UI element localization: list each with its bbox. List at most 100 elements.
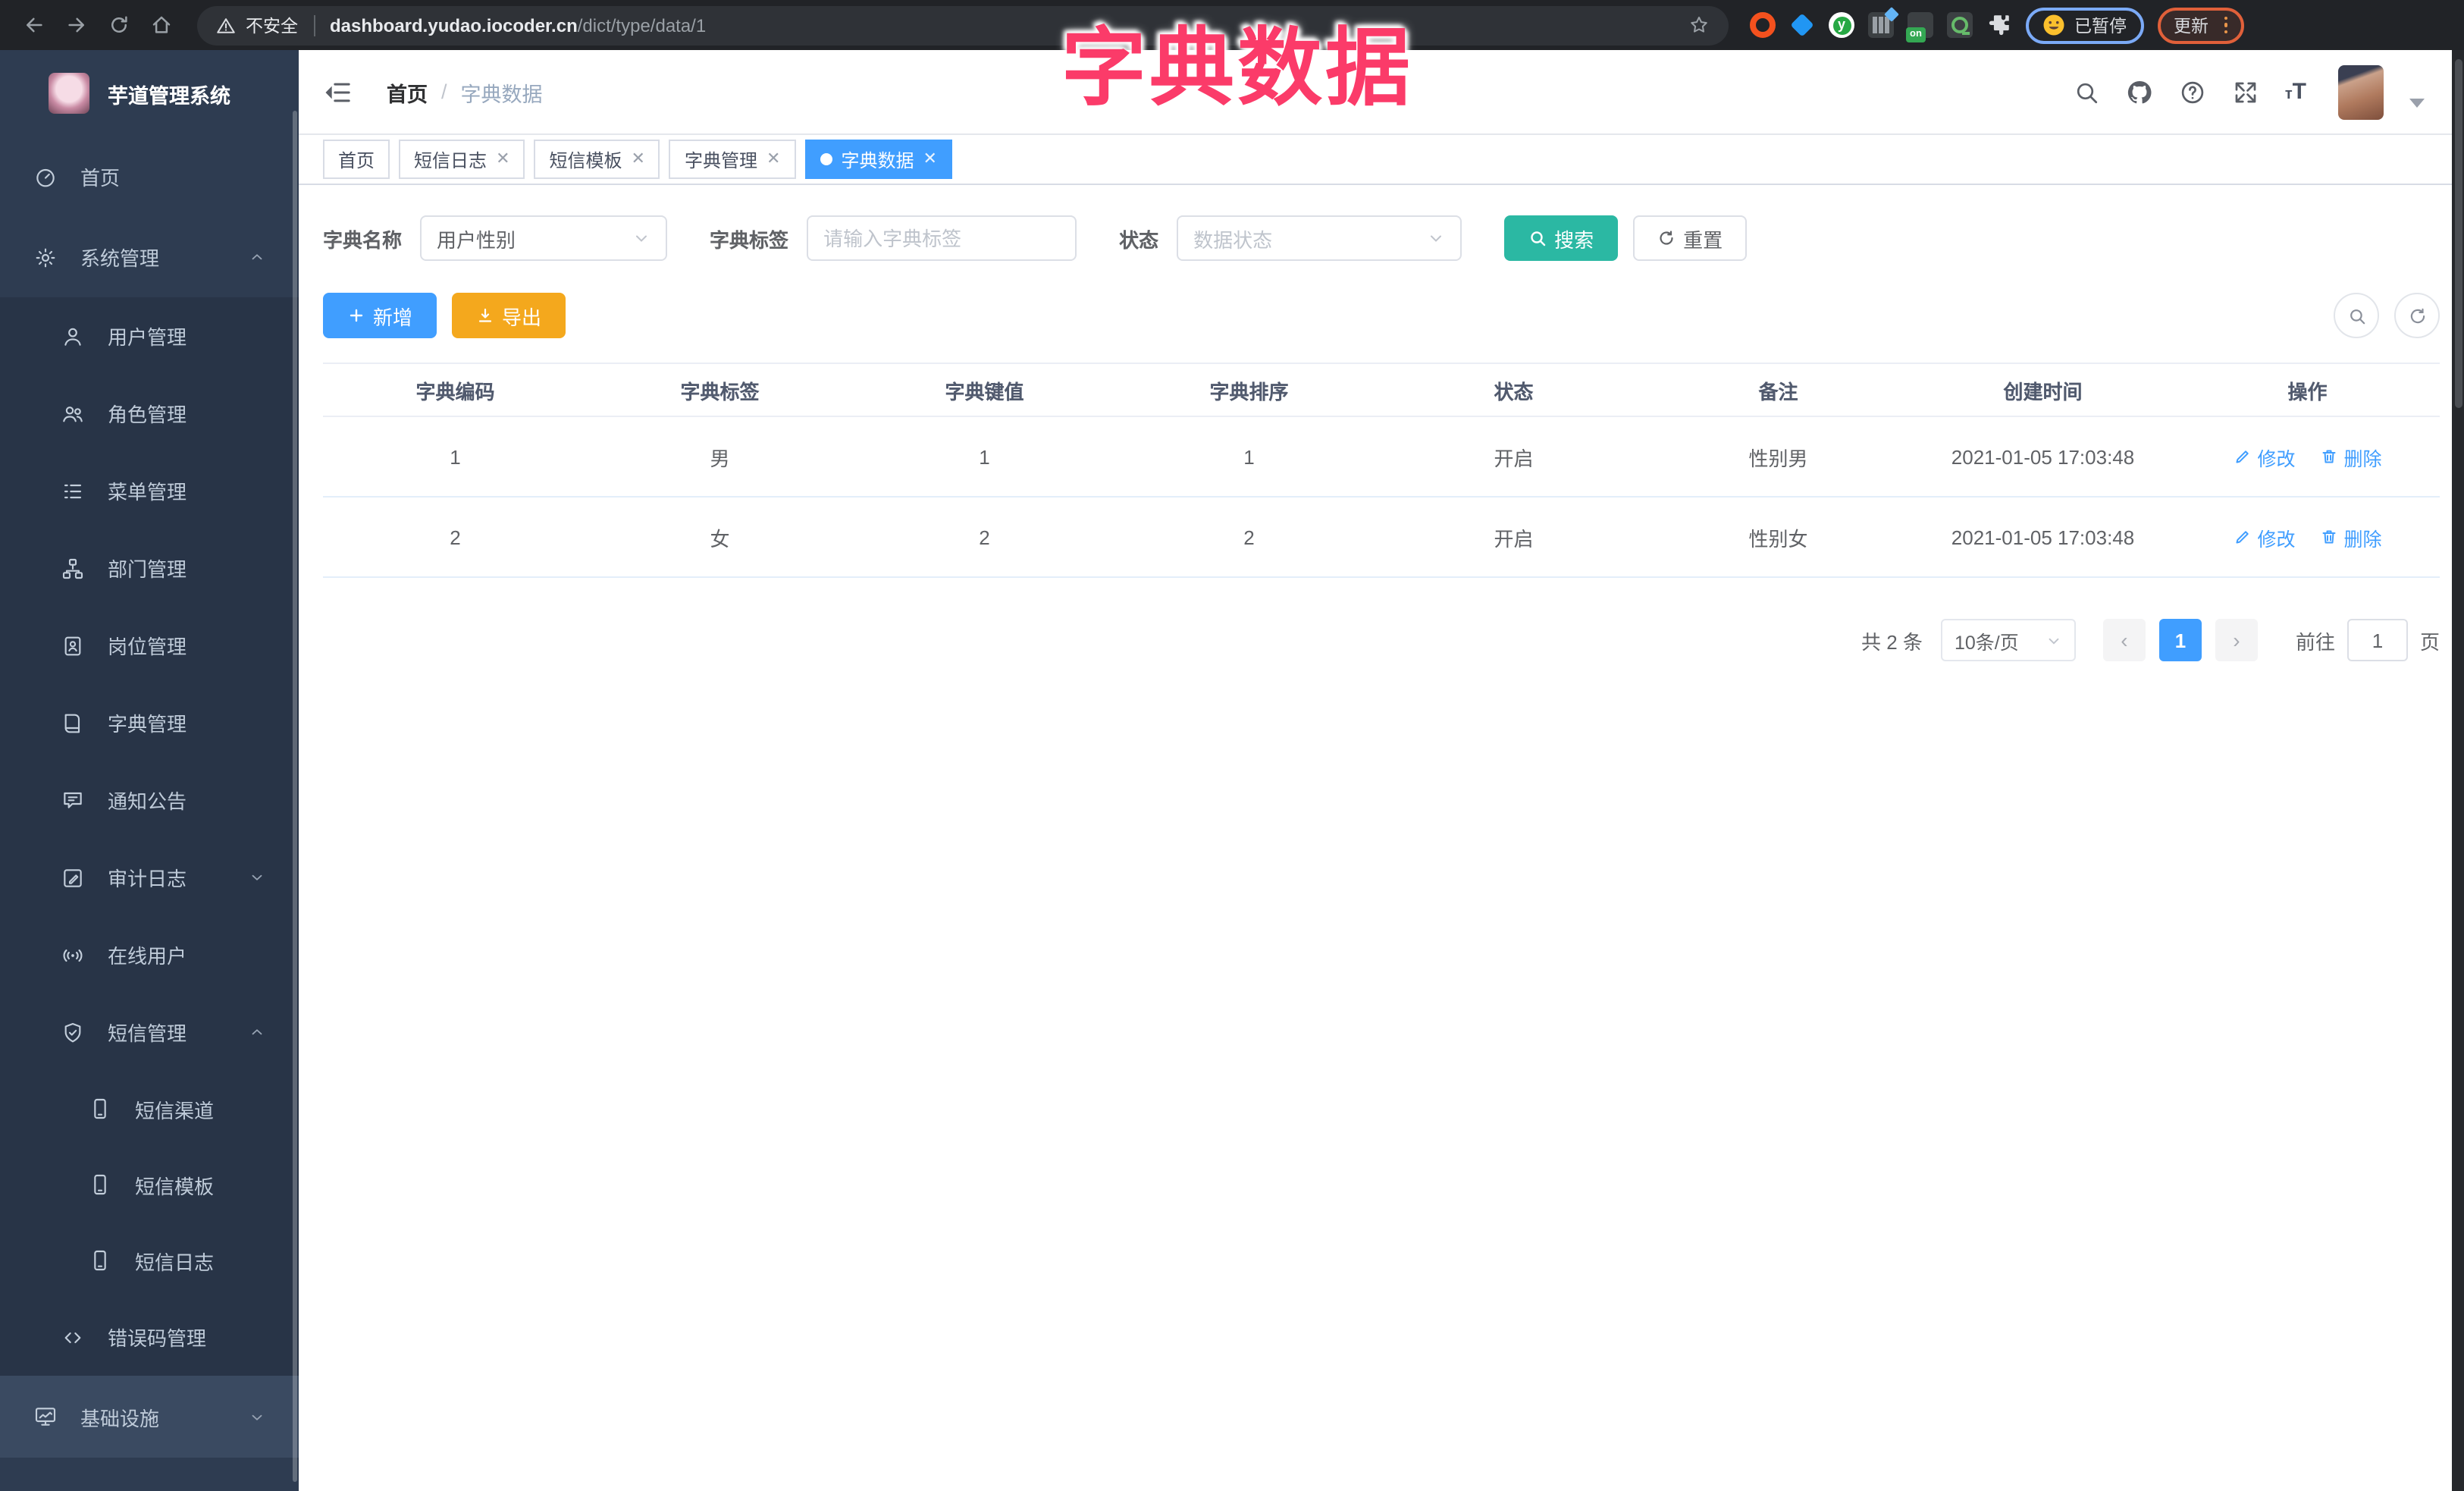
app-window: 芋道管理系统 首页系统管理用户管理 角色管理 菜单管理部门管理岗位管理字典管理通知公… <box>0 50 2464 1491</box>
sidebar-item-dict-mgmt[interactable]: 字典管理 <box>0 684 299 761</box>
font-size-icon[interactable]: тT <box>2285 79 2306 105</box>
tab-label: 字典数据 <box>841 149 914 171</box>
profile-paused-pill[interactable]: 已暂停 <box>2026 7 2143 43</box>
help-icon[interactable] <box>2179 78 2206 105</box>
chevron-up-icon <box>249 249 265 265</box>
chevron-down-icon <box>249 1408 265 1425</box>
tab-字典管理[interactable]: 字典管理 ✕ <box>669 140 796 179</box>
sidebar-scrollbar[interactable] <box>293 111 297 1482</box>
page-size-select[interactable]: 10条/页 <box>1940 619 2076 661</box>
forward-icon[interactable] <box>58 7 94 43</box>
sidebar-item-audit-log[interactable]: 审计日志 <box>0 839 299 916</box>
tab-短信日志[interactable]: 短信日志 ✕ <box>399 140 525 179</box>
sidebar-item-sms-log[interactable]: 短信日志 <box>0 1223 299 1298</box>
tab-字典数据[interactable]: 字典数据 ✕ <box>804 140 952 179</box>
sidebar-item-infra[interactable]: 基础设施 <box>0 1376 299 1458</box>
app-logo-row[interactable]: 芋道管理系统 <box>0 50 299 137</box>
extension-on-icon[interactable]: on <box>1906 12 1933 42</box>
delete-link[interactable]: 删除 <box>2320 442 2382 471</box>
app-logo <box>49 73 89 114</box>
browser-menu-icon[interactable] <box>2224 16 2227 34</box>
sidebar-item-label: 字典管理 <box>108 713 187 736</box>
dict-name-select[interactable]: 用户性别 <box>420 215 668 261</box>
home-icon[interactable] <box>143 7 179 43</box>
close-icon[interactable]: ✕ <box>766 150 780 168</box>
extension-columns-icon[interactable] <box>1868 7 1899 38</box>
close-icon[interactable]: ✕ <box>923 150 936 168</box>
warning-icon <box>215 14 237 36</box>
bookmark-star-icon[interactable] <box>1688 14 1710 36</box>
sidebar-item-label: 通知公告 <box>108 790 187 813</box>
page-scrollbar[interactable] <box>2452 50 2464 1491</box>
tab-label: 短信日志 <box>414 149 487 171</box>
sidebar-item-post-mgmt[interactable]: 岗位管理 <box>0 607 299 684</box>
avatar[interactable] <box>2338 64 2384 119</box>
book-icon <box>61 711 85 735</box>
back-icon[interactable] <box>15 7 52 43</box>
sidebar-item-user-mgmt[interactable]: 用户管理 <box>0 297 299 375</box>
tab-首页[interactable]: 首页 <box>323 140 390 179</box>
sidebar-item-label: 系统管理 <box>80 247 160 270</box>
extension-green-icon[interactable]: y <box>1829 12 1854 38</box>
sidebar-item-online-users[interactable]: 在线用户 <box>0 916 299 993</box>
column-header: 字典键值 <box>852 363 1117 417</box>
sidebar-item-label: 基础设施 <box>80 1407 160 1430</box>
search-button[interactable]: 搜索 <box>1504 215 1619 261</box>
url-text: dashboard.yudao.iocoder.cn/dict/type/dat… <box>330 14 1688 36</box>
close-icon[interactable]: ✕ <box>496 150 509 168</box>
infra-icon <box>33 1405 58 1429</box>
edit-link[interactable]: 修改 <box>2233 523 2296 551</box>
refresh-icon[interactable] <box>2394 293 2440 338</box>
extension-key-icon[interactable] <box>1947 12 1973 38</box>
toggle-search-icon[interactable] <box>2334 293 2379 338</box>
dict-label-input[interactable] <box>808 217 1076 259</box>
browser-toolbar: 不安全 dashboard.yudao.iocoder.cn/dict/type… <box>0 0 2464 50</box>
export-button[interactable]: 导出 <box>452 293 566 338</box>
table-toolbar: 新增 导出 <box>323 293 2440 338</box>
github-icon[interactable] <box>2126 78 2153 105</box>
status-label: 状态 <box>1119 228 1159 251</box>
address-bar[interactable]: 不安全 dashboard.yudao.iocoder.cn/dict/type… <box>197 5 1729 45</box>
sidebar-item-home[interactable]: 首页 <box>0 137 299 217</box>
sidebar-item-sms-template[interactable]: 短信模板 <box>0 1147 299 1223</box>
close-icon[interactable]: ✕ <box>632 150 645 168</box>
table-cell: 2 <box>1117 497 1381 578</box>
breadcrumb-home[interactable]: 首页 <box>387 77 428 107</box>
table-cell: 2021-01-05 17:03:48 <box>1911 416 2175 498</box>
chevron-down-icon[interactable] <box>2409 98 2425 107</box>
sidebar-item-sms-mgmt[interactable]: 短信管理 <box>0 993 299 1071</box>
sidebar-item-sms-channel[interactable]: 短信渠道 <box>0 1071 299 1147</box>
reset-button[interactable]: 重置 <box>1633 215 1748 261</box>
dashboard-icon <box>33 165 58 189</box>
extensions-puzzle-icon[interactable] <box>1986 12 2012 38</box>
fullscreen-icon[interactable] <box>2232 78 2259 105</box>
current-page-button[interactable]: 1 <box>2158 619 2202 661</box>
next-page-button[interactable]: › <box>2215 619 2258 661</box>
actions-cell: 修改 删除 <box>2175 416 2440 498</box>
update-button[interactable]: 更新 <box>2157 7 2244 43</box>
sidebar-item-label: 部门管理 <box>108 558 187 581</box>
sidebar-item-dept-mgmt[interactable]: 部门管理 <box>0 529 299 607</box>
add-button[interactable]: 新增 <box>323 293 437 338</box>
sidebar-item-menu-mgmt[interactable]: 菜单管理 <box>0 452 299 529</box>
sidebar-item-role-mgmt[interactable]: 角色管理 <box>0 375 299 452</box>
prev-page-button[interactable]: ‹ <box>2102 619 2146 661</box>
search-icon[interactable] <box>2073 78 2100 105</box>
goto-page-input[interactable] <box>2346 619 2408 661</box>
extension-donut-icon[interactable] <box>1750 12 1776 38</box>
sidebar-item-system[interactable]: 系统管理 <box>0 217 299 297</box>
address-divider <box>313 14 315 36</box>
reload-icon[interactable] <box>100 7 136 43</box>
edit-link[interactable]: 修改 <box>2233 442 2296 471</box>
status-select[interactable]: 数据状态 <box>1177 215 1462 261</box>
delete-link[interactable]: 删除 <box>2320 523 2382 551</box>
sidebar-item-label: 短信日志 <box>135 1251 215 1273</box>
table-cell: 女 <box>588 497 852 578</box>
extension-diamond-icon[interactable] <box>1789 12 1815 38</box>
tab-短信模板[interactable]: 短信模板 ✕ <box>534 140 660 179</box>
sidebar-item-error-code[interactable]: 错误码管理 <box>0 1298 299 1376</box>
code-icon <box>61 1325 85 1349</box>
sidebar: 芋道管理系统 首页系统管理用户管理 角色管理 菜单管理部门管理岗位管理字典管理通知公… <box>0 50 299 1491</box>
collapse-sidebar-icon[interactable] <box>323 77 353 107</box>
sidebar-item-notice[interactable]: 通知公告 <box>0 761 299 839</box>
